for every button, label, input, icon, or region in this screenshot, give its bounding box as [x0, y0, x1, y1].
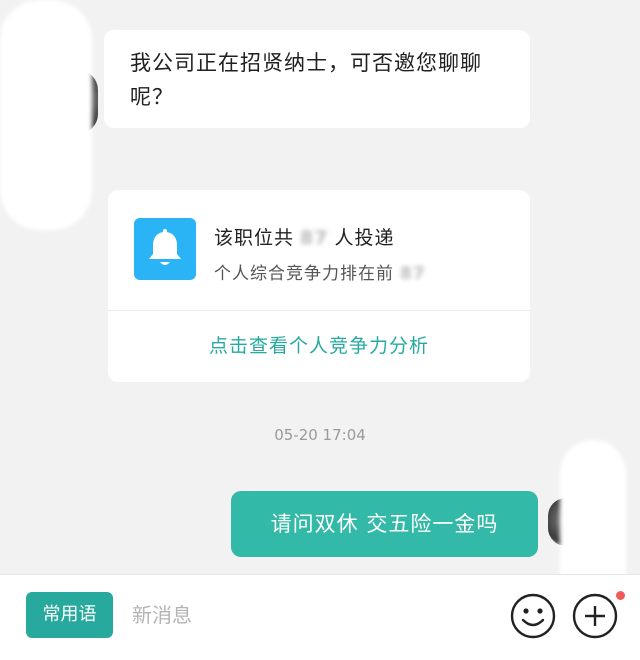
recruiter-message-bubble[interactable]: 我公司正在招贤纳士，可否邀您聊聊呢？: [104, 30, 530, 128]
smiley-icon[interactable]: [510, 593, 556, 639]
message-composer: 常用语: [0, 574, 640, 660]
applicant-count: 87: [300, 227, 329, 249]
message-timestamp: 05-20 17:04: [274, 426, 366, 444]
plus-icon[interactable]: [572, 593, 618, 639]
competition-card: 该职位共 87 人投递 个人综合竞争力排在前 87 点击查看个人竞争力分析: [108, 190, 530, 382]
redaction-left: [0, 0, 92, 230]
view-competitiveness-link[interactable]: 点击查看个人竞争力分析: [108, 310, 530, 382]
ranking-text: 个人综合竞争力排在前 87: [214, 264, 426, 284]
applicant-count-text: 该职位共 87 人投递: [214, 227, 395, 249]
notification-dot: [616, 591, 625, 600]
message-input[interactable]: [124, 592, 500, 638]
bell-icon: [134, 218, 196, 280]
recruiter-message-text: 我公司正在招贤纳士，可否邀您聊聊呢？: [130, 51, 482, 109]
my-message-bubble[interactable]: 请问双休 交五险一金吗: [231, 491, 538, 557]
my-message-text: 请问双休 交五险一金吗: [270, 512, 499, 536]
common-phrases-button[interactable]: 常用语: [26, 592, 113, 638]
ranking-number: 87: [400, 264, 426, 284]
